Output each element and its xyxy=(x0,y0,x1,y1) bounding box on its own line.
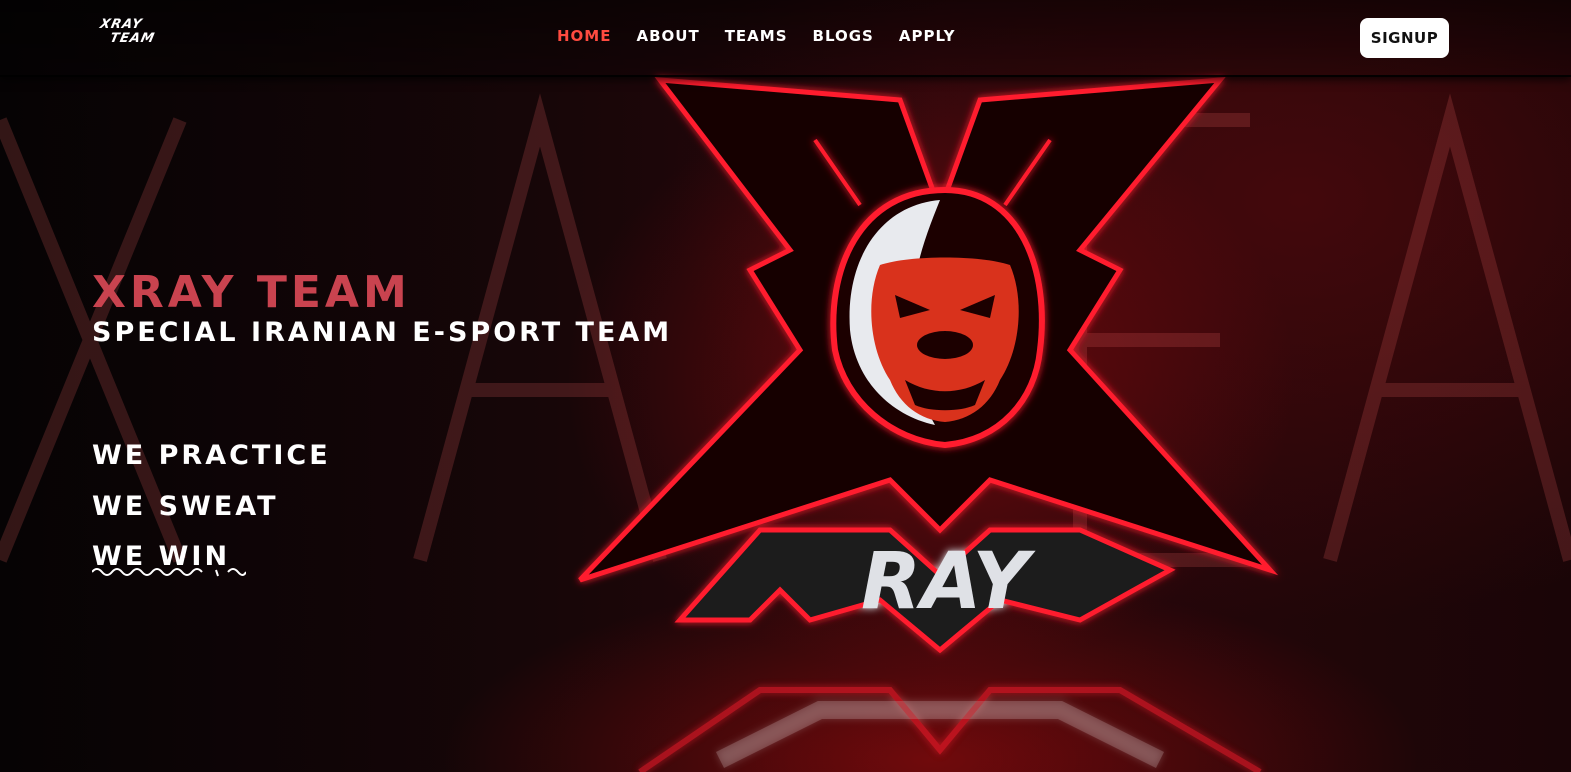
hero-background: RAY xyxy=(0,0,1571,772)
xray-team-logo[interactable]: XRAY TEAM xyxy=(98,17,166,54)
nav-link-apply[interactable]: APPLY xyxy=(899,27,956,49)
hero-title: XRAY TEAM xyxy=(92,267,411,318)
xray-emblem: RAY xyxy=(578,77,1279,772)
top-navbar: XRAY TEAM HOME ABOUT TEAMS BLOGS APPLY S… xyxy=(0,0,1571,77)
nav-link-blogs[interactable]: BLOGS xyxy=(813,27,874,49)
logo-text-line-2: TEAM xyxy=(108,31,157,46)
nav-link-about[interactable]: ABOUT xyxy=(636,27,699,49)
nav-link-home[interactable]: HOME xyxy=(557,27,611,49)
win-underline-squiggle xyxy=(92,568,246,577)
nav-link-teams[interactable]: TEAMS xyxy=(725,27,788,49)
motto-sweat: WE SWEAT xyxy=(92,491,279,522)
signup-button[interactable]: SIGNUP xyxy=(1360,18,1449,58)
motto-practice: WE PRACTICE xyxy=(92,440,331,471)
hero-subtitle: SPECIAL IRANIAN E-SPORT TEAM xyxy=(92,317,673,348)
logo-text-line-1: XRAY xyxy=(98,17,144,32)
main-nav: HOME ABOUT TEAMS BLOGS APPLY xyxy=(557,27,981,49)
emblem-wordmark: RAY xyxy=(861,537,1036,627)
